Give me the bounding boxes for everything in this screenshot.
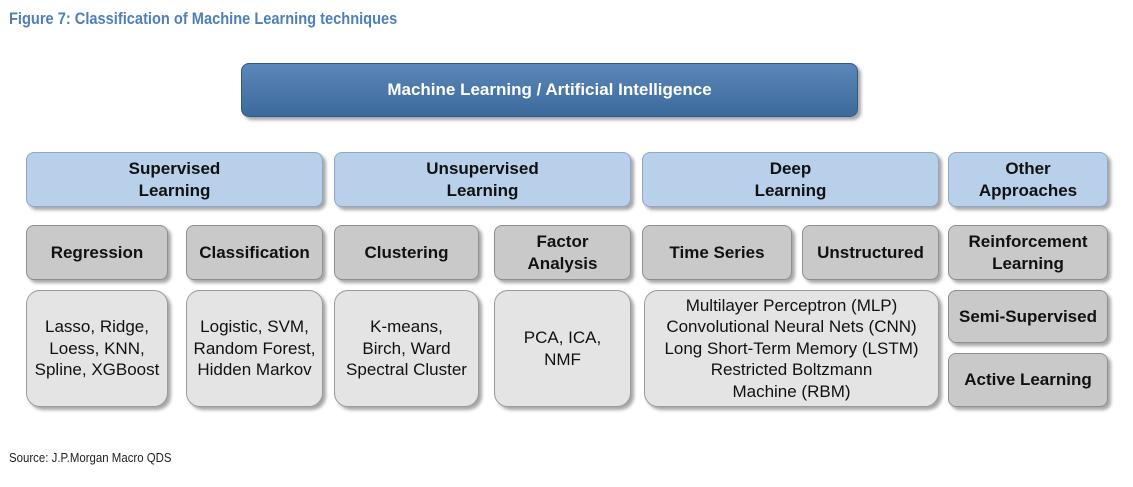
- subcategory-label: Time Series: [669, 242, 765, 262]
- subcategory-label: Unstructured: [817, 242, 924, 262]
- subcategory-label: Active Learning: [964, 370, 1092, 389]
- category-label: Unsupervised Learning: [426, 158, 539, 200]
- subcategory-clustering: Clustering: [334, 225, 479, 280]
- root-node-label: Machine Learning / Artificial Intelligen…: [387, 80, 712, 99]
- source-note: Source: J.P.Morgan Macro QDS: [9, 450, 172, 465]
- leaf-label: K-means, Birch, Ward Spectral Cluster: [346, 317, 467, 380]
- subcategory-unstructured: Unstructured: [802, 225, 939, 280]
- subcategory-label: Reinforcement Learning: [968, 231, 1088, 273]
- subcategory-semi-supervised: Semi-Supervised: [948, 290, 1108, 343]
- category-deep-learning: Deep Learning: [642, 152, 939, 207]
- subcategory-classification: Classification: [186, 225, 323, 280]
- subcategory-reinforcement-learning: Reinforcement Learning: [948, 225, 1108, 280]
- subcategory-label: Factor Analysis: [527, 231, 598, 273]
- category-supervised-learning: Supervised Learning: [26, 152, 323, 207]
- leaf-deep-learning-methods: Multilayer Perceptron (MLP) Convolutiona…: [644, 290, 939, 407]
- root-node-ml-ai: Machine Learning / Artificial Intelligen…: [241, 63, 858, 117]
- category-label: Deep Learning: [754, 158, 827, 200]
- leaf-label: Logistic, SVM, Random Forest, Hidden Mar…: [193, 317, 316, 380]
- leaf-label: Lasso, Ridge, Loess, KNN, Spline, XGBoos…: [34, 317, 160, 380]
- subcategory-label: Regression: [50, 242, 144, 262]
- subcategory-label: Clustering: [364, 242, 449, 262]
- leaf-label: Multilayer Perceptron (MLP) Convolutiona…: [664, 295, 919, 401]
- category-label: Supervised Learning: [128, 158, 221, 200]
- leaf-clustering-methods: K-means, Birch, Ward Spectral Cluster: [334, 290, 479, 407]
- subcategory-regression: Regression: [26, 225, 168, 280]
- leaf-regression-methods: Lasso, Ridge, Loess, KNN, Spline, XGBoos…: [26, 290, 168, 407]
- figure-title: Figure 7: Classification of Machine Lear…: [9, 9, 398, 28]
- leaf-label: PCA, ICA, NMF: [523, 328, 602, 369]
- subcategory-label: Semi-Supervised: [959, 306, 1097, 326]
- subcategory-label: Classification: [199, 242, 310, 262]
- leaf-factor-analysis-methods: PCA, ICA, NMF: [494, 290, 631, 407]
- category-other-approaches: Other Approaches: [948, 152, 1108, 207]
- leaf-classification-methods: Logistic, SVM, Random Forest, Hidden Mar…: [186, 290, 323, 407]
- category-label: Other Approaches: [978, 158, 1078, 200]
- subcategory-active-learning: Active Learning: [948, 353, 1108, 407]
- subcategory-factor-analysis: Factor Analysis: [494, 225, 631, 280]
- category-unsupervised-learning: Unsupervised Learning: [334, 152, 631, 207]
- subcategory-time-series: Time Series: [642, 225, 792, 280]
